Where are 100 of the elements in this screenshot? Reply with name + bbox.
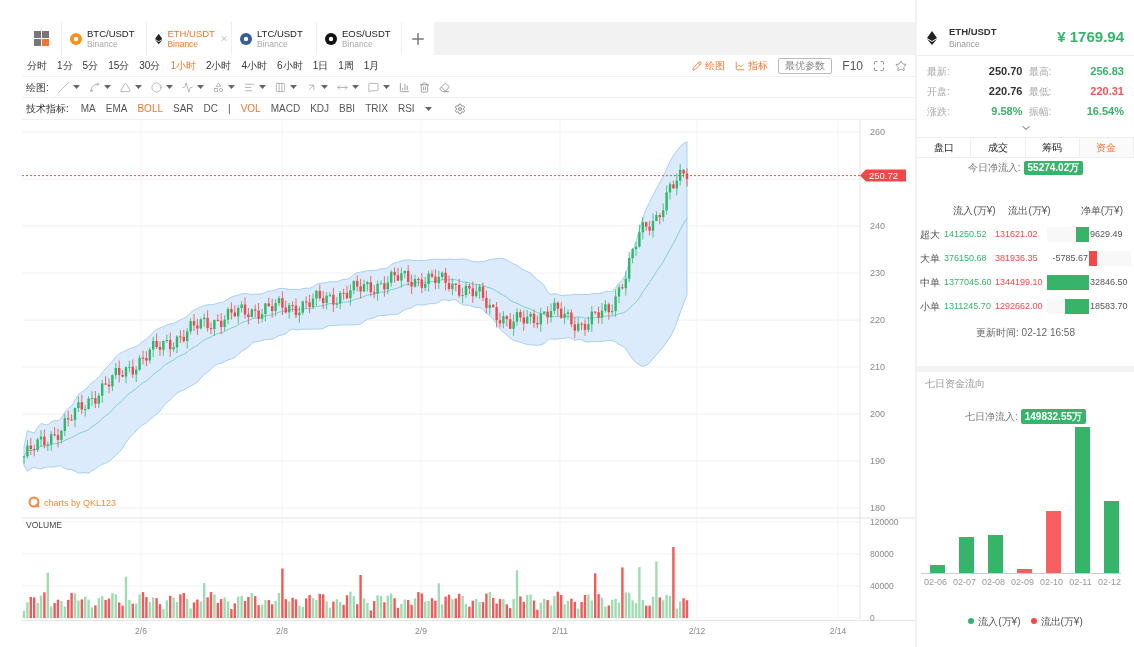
circle-icon[interactable]	[150, 81, 162, 93]
volume-axis-label: 120000	[870, 517, 899, 527]
outflow-value: 1344199.10	[995, 275, 1044, 289]
indicator-tab[interactable]: TRIX	[365, 101, 388, 116]
zigzag-icon[interactable]	[181, 81, 193, 93]
stat-value: 220.76	[988, 84, 1023, 99]
interval-tab[interactable]: 1日	[307, 58, 334, 73]
tab-symbol: LTC/USDT	[257, 27, 303, 39]
net-value: 9629.49	[1090, 227, 1123, 241]
date-axis-label: 2/9	[415, 626, 427, 636]
tab-exchange: Binance	[167, 38, 200, 50]
volume-axis-label: 0	[870, 613, 875, 623]
symbol-tab[interactable]: BTC/USDT Binance	[62, 22, 147, 55]
indicator-tab[interactable]: EMA	[105, 101, 128, 116]
indicator-tab[interactable]: RSI	[397, 101, 415, 116]
eraser-icon[interactable]	[438, 81, 450, 93]
tab-symbol: BTC/USDT	[87, 27, 135, 39]
column-header: 净单(万¥)	[1080, 204, 1124, 218]
columns-icon[interactable]	[274, 81, 286, 93]
interval-tab[interactable]: 1分	[52, 58, 78, 73]
caret-icon	[289, 85, 297, 89]
interval-tab[interactable]: 1周	[333, 58, 359, 73]
stat-value: 9.58%	[991, 104, 1023, 119]
line-icon[interactable]	[57, 81, 69, 93]
bar-chart-icon[interactable]	[398, 81, 410, 93]
last-price-tag: 250.72	[860, 169, 906, 182]
pencil-icon	[692, 60, 703, 71]
outflow-value: 381936.35	[995, 251, 1039, 265]
volume-title: VOLUME	[26, 520, 62, 530]
indicator-tab[interactable]: MACD	[270, 101, 301, 116]
interval-tab[interactable]: 分时	[22, 58, 52, 73]
date-axis-label: 2/14	[829, 626, 847, 636]
net-value: -5785.67	[1052, 251, 1088, 265]
price-axis-label: 260	[870, 127, 886, 137]
price-axis-label: 240	[870, 221, 886, 231]
settings-icon[interactable]	[453, 102, 466, 115]
caret-icon	[134, 85, 142, 89]
star-icon[interactable]	[895, 59, 907, 72]
inflow-value: 1377045.60	[944, 275, 993, 289]
caret-icon	[382, 85, 390, 89]
curve-icon[interactable]	[88, 81, 100, 93]
comment-icon[interactable]	[367, 81, 379, 93]
stat-label: 振幅:	[1028, 105, 1052, 119]
interval-tab[interactable]: 1月	[358, 58, 385, 73]
interval-tab[interactable]: 2小时	[200, 58, 237, 73]
tab-exchange: Binance	[257, 38, 289, 50]
tab-symbol: EOS/USDT	[342, 27, 391, 39]
fullscreen-icon[interactable]	[873, 59, 885, 72]
separator: |	[228, 102, 231, 116]
close-icon[interactable]	[219, 33, 228, 44]
date-label: 02-09	[1010, 576, 1035, 589]
stat-value: 220.31	[1090, 84, 1124, 99]
lines-icon[interactable]	[243, 81, 255, 93]
indicator-tab[interactable]: MA	[80, 101, 96, 116]
date-label: 02-10	[1039, 576, 1064, 589]
shapes-icon[interactable]	[212, 81, 224, 93]
line-chart-icon	[735, 60, 746, 71]
date-label: 02-06	[923, 576, 948, 589]
inflow-value: 376150.68	[944, 251, 988, 265]
stat-value: 16.54%	[1086, 104, 1124, 119]
indicators-label: 技术指标:	[25, 102, 69, 116]
tab-exchange: Binance	[87, 38, 119, 50]
price-axis-label: 220	[870, 315, 886, 325]
f10-button[interactable]: F10	[842, 56, 863, 75]
grid-icon	[34, 31, 49, 46]
diamond-coin-icon	[927, 30, 937, 45]
price-axis-label: 210	[870, 362, 886, 372]
date-label: 02-11	[1068, 576, 1093, 589]
price-axis-label: 230	[870, 268, 886, 278]
outflow-value: 1292662.00	[995, 299, 1044, 313]
column-header: 流出(万¥)	[1007, 204, 1052, 218]
stat-label: 开盘:	[927, 85, 950, 99]
triangle-icon[interactable]	[119, 81, 131, 93]
tab-exchange: Binance	[342, 38, 374, 50]
legend-label: 流入(万¥)	[978, 614, 1021, 629]
indicator-tab[interactable]: SAR	[173, 101, 194, 116]
caret-icon	[258, 85, 266, 89]
symbol-tab[interactable]: LTC/USDT Binance	[232, 22, 317, 55]
symbol-tab[interactable]: EOS/USDT Binance	[317, 22, 402, 55]
interval-tab[interactable]: 6小时	[272, 58, 308, 73]
indicator-tab[interactable]: DC	[203, 101, 219, 116]
interval-tab[interactable]: 5分	[77, 58, 104, 73]
indicator-tab[interactable]: BBI	[339, 101, 356, 116]
interval-tab[interactable]: 4小时	[236, 58, 273, 73]
stat-label: 最新:	[927, 65, 950, 79]
interval-tab[interactable]: 30分	[134, 58, 166, 73]
row-label: 小单	[920, 300, 941, 314]
date-axis-label: 2/8	[276, 626, 288, 636]
chart-logo-icon	[28, 496, 40, 508]
week-inflow-label: 七日净流入:	[964, 410, 1018, 424]
update-time: 更新时间: 02-12 16:58	[975, 326, 1076, 340]
date-label: 02-12	[1097, 576, 1122, 589]
date-axis-label: 2/6	[135, 626, 147, 636]
indicator-tab[interactable]: KDJ	[310, 101, 330, 116]
interval-tab[interactable]: 15分	[103, 58, 135, 73]
trash-icon[interactable]	[418, 81, 430, 93]
optimal-params-button[interactable]: 最优参数	[778, 57, 833, 74]
row-label: 中单	[920, 276, 941, 290]
net-value: 18583.70	[1090, 299, 1128, 313]
date-axis-label: 2/12	[688, 626, 706, 636]
